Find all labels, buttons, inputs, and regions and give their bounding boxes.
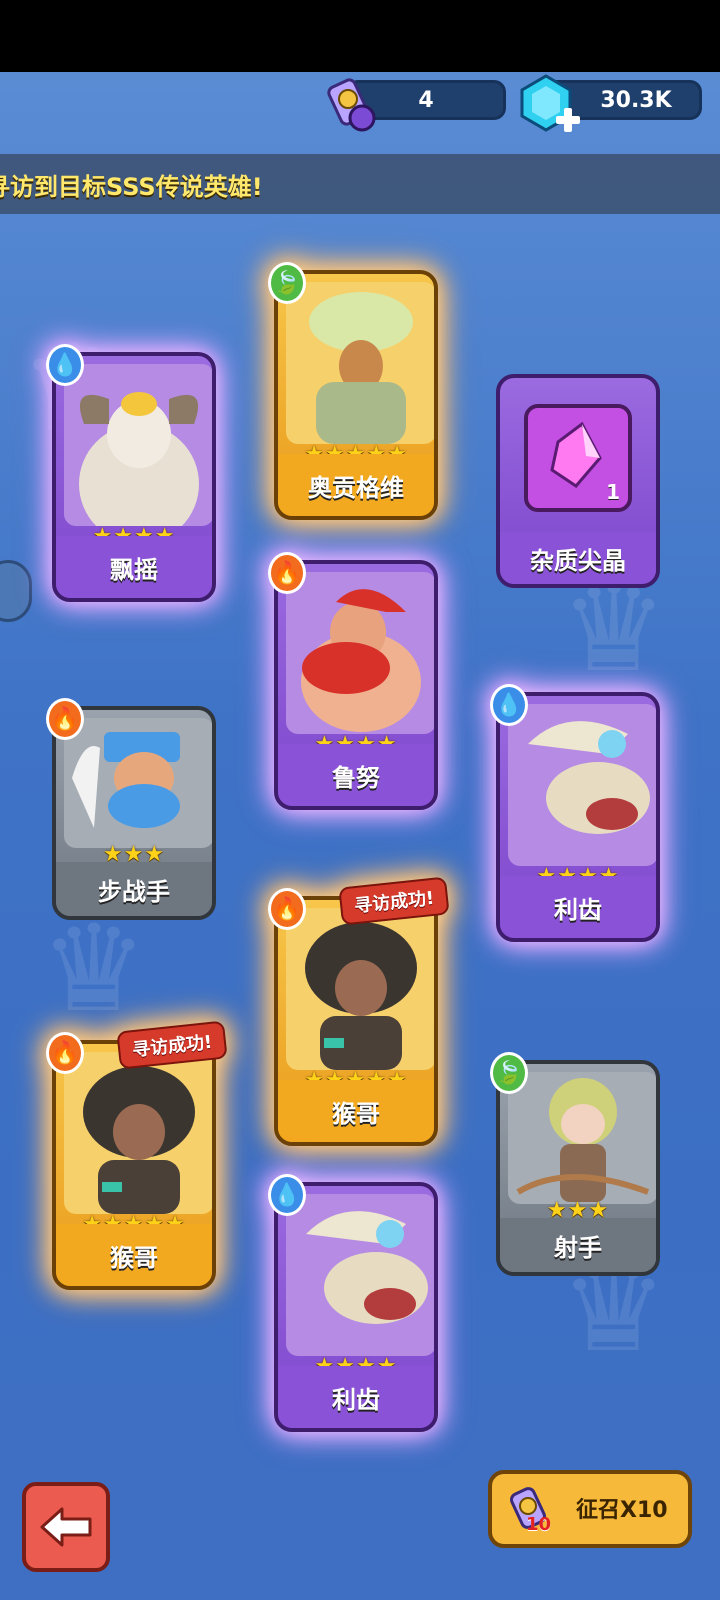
hero-card-piaoyao[interactable]: ★★★★ 飘摇 💧 — [46, 344, 216, 602]
leaf-element-icon: 🍃 — [490, 1052, 528, 1094]
hero-portrait — [286, 1194, 434, 1356]
scroll-icon — [327, 78, 376, 132]
result-banner: 寻访到目标SSS传说英雄! — [0, 154, 720, 214]
hero-name: 利齿 — [278, 1366, 434, 1428]
hero-portrait — [286, 908, 434, 1070]
banner-text: 寻访到目标SSS传说英雄! — [0, 172, 263, 201]
card-frame: ★★★★★ 猴哥 — [274, 896, 438, 1146]
side-chat-tab[interactable] — [0, 560, 32, 622]
hero-card-lichi[interactable]: ★★★★ 利齿 💧 — [490, 684, 660, 942]
gem-icon[interactable] — [516, 72, 582, 138]
back-arrow-icon — [40, 1507, 92, 1547]
card-frame: ★★★★★ 奥贡格维 — [274, 270, 438, 520]
hero-card-lichi-2[interactable]: ★★★★ 利齿 💧 — [268, 1174, 438, 1432]
card-frame: ★★★★★ 猴哥 — [52, 1040, 216, 1290]
status-bar — [0, 0, 720, 72]
hero-card-lunu[interactable]: ★★★★ 鲁努 🔥 — [268, 552, 438, 810]
scroll-count: 4 — [418, 87, 434, 113]
card-frame: ★★★ 射手 — [496, 1060, 660, 1276]
hero-card-houge-1[interactable]: ★★★★★ 猴哥 🔥 寻访成功! — [268, 876, 450, 1146]
hero-name: 鲁努 — [278, 744, 434, 806]
card-frame: ★★★★ 鲁努 — [274, 560, 438, 810]
fire-element-icon: 🔥 — [46, 1032, 84, 1074]
hero-name: 射手 — [500, 1218, 656, 1272]
item-card-crystal[interactable]: 1 杂质尖晶 — [496, 374, 660, 588]
hero-portrait — [286, 572, 434, 734]
water-element-icon: 💧 — [490, 684, 528, 726]
hero-card-aogonggewei[interactable]: ★★★★★ 奥贡格维 🍃 — [268, 262, 438, 520]
card-frame: 1 杂质尖晶 — [496, 374, 660, 588]
crystal-item-box: 1 — [524, 404, 632, 512]
fire-element-icon: 🔥 — [268, 552, 306, 594]
hero-name: 猴哥 — [278, 1080, 434, 1142]
summon-count-badge: 10 — [526, 1514, 552, 1535]
back-button[interactable] — [22, 1482, 110, 1572]
hero-portrait — [508, 704, 656, 866]
fire-element-icon: 🔥 — [46, 698, 84, 740]
card-frame: ★★★ 步战手 — [52, 706, 216, 920]
fire-element-icon: 🔥 — [268, 888, 306, 930]
card-frame: ★★★★ 利齿 — [274, 1182, 438, 1432]
hero-name: 飘摇 — [56, 536, 212, 598]
summon-x10-button[interactable]: 10 征召X10 — [488, 1470, 692, 1548]
background-pattern: ♛ — [40, 900, 148, 1039]
card-frame: ★★★★ 利齿 — [496, 692, 660, 942]
hero-name: 步战手 — [56, 862, 212, 916]
leaf-element-icon: 🍃 — [268, 262, 306, 304]
summon-label: 征召X10 — [576, 1498, 668, 1523]
hero-portrait — [64, 364, 212, 526]
item-count: 1 — [606, 480, 620, 504]
water-element-icon: 💧 — [46, 344, 84, 386]
hero-portrait — [64, 1052, 212, 1214]
water-element-icon: 💧 — [268, 1174, 306, 1216]
hero-portrait — [286, 282, 434, 444]
item-name: 杂质尖晶 — [500, 532, 656, 584]
hero-card-buzhanshou[interactable]: ★★★ 步战手 🔥 — [46, 698, 216, 920]
card-frame: ★★★★ 飘摇 — [52, 352, 216, 602]
hero-name: 利齿 — [500, 876, 656, 938]
gem-count: 30.3K — [600, 87, 672, 113]
hero-card-sheshou[interactable]: ★★★ 射手 🍃 — [490, 1052, 660, 1276]
hero-card-houge-2[interactable]: ★★★★★ 猴哥 🔥 寻访成功! — [46, 1020, 228, 1290]
hero-portrait — [508, 1072, 656, 1204]
hero-portrait — [64, 718, 212, 848]
hero-name: 奥贡格维 — [278, 454, 434, 516]
hero-name: 猴哥 — [56, 1224, 212, 1286]
